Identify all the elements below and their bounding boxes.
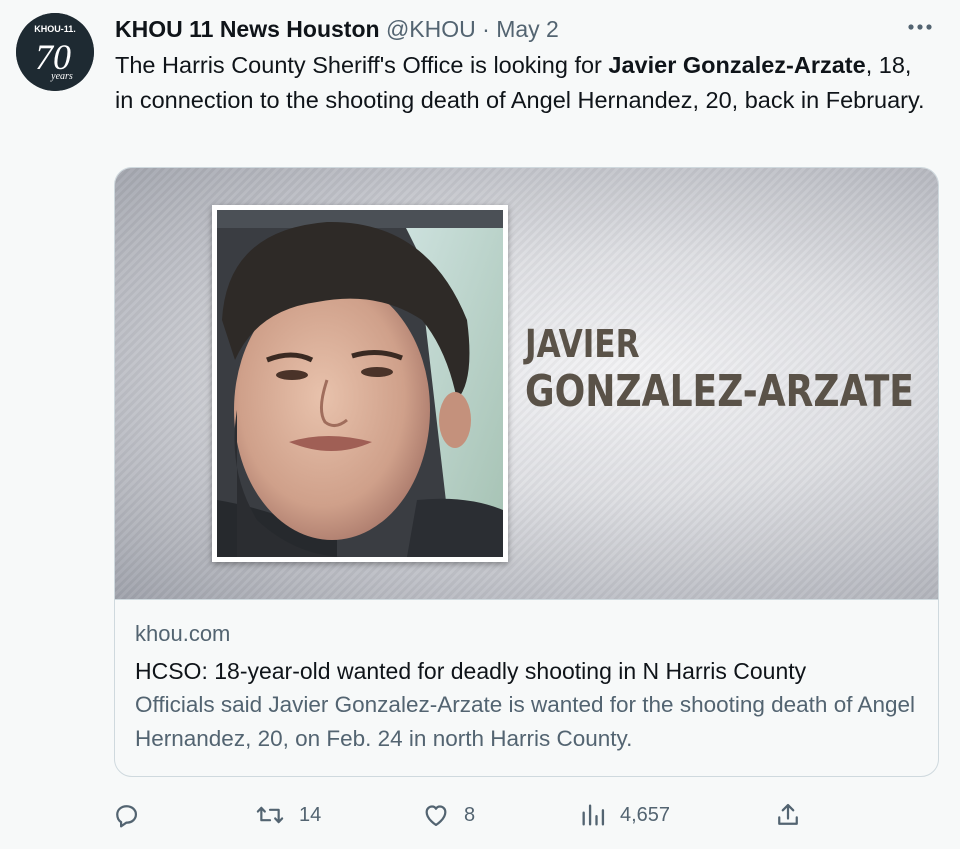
reply-button[interactable]: [112, 795, 140, 835]
svg-text:KHOU-11.: KHOU-11.: [34, 24, 76, 34]
card-domain: khou.com: [135, 621, 231, 646]
separator-dot: ·: [482, 16, 490, 42]
like-button[interactable]: 8: [422, 795, 475, 835]
suspect-photo: [212, 205, 508, 562]
svg-text:years: years: [50, 71, 73, 82]
action-bar: 14 8 4,657: [112, 795, 812, 835]
views-button[interactable]: 4,657: [580, 795, 670, 835]
suspect-photo-image: [217, 210, 503, 557]
avatar[interactable]: KHOU-11. 70 years: [16, 13, 94, 91]
views-count: 4,657: [620, 803, 671, 826]
overlay-first-name: JAVIER: [525, 322, 640, 366]
more-dots-icon: [908, 24, 932, 30]
share-button[interactable]: [774, 795, 802, 835]
overlay-last-name: GONZALEZ-ARZATE: [525, 366, 914, 417]
card-image[interactable]: JAVIER GONZALEZ-ARZATE: [115, 168, 938, 600]
card-title[interactable]: HCSO: 18-year-old wanted for deadly shoo…: [135, 654, 925, 688]
heart-icon: [425, 805, 447, 827]
share-icon: [778, 803, 798, 825]
suspect-name-overlay: JAVIER GONZALEZ-ARZATE: [525, 322, 914, 418]
tweet-text: The Harris County Sheriff's Office is lo…: [115, 48, 935, 118]
tweet[interactable]: KHOU-11. 70 years KHOU 11 News Houston @…: [0, 0, 960, 849]
khou-70-years-logo: KHOU-11. 70 years: [16, 13, 94, 91]
tweet-text-start: The Harris County Sheriff's Office is lo…: [115, 52, 609, 78]
more-options-button[interactable]: [902, 12, 938, 42]
link-card[interactable]: JAVIER GONZALEZ-ARZATE khou.com HCSO: 18…: [114, 167, 939, 777]
tweet-header: KHOU 11 News Houston @KHOU · May 2: [115, 14, 559, 44]
reply-icon: [116, 805, 138, 828]
handle[interactable]: @KHOU: [386, 16, 476, 42]
tweet-text-bold-name: Javier Gonzalez-Arzate: [608, 52, 866, 78]
display-name[interactable]: KHOU 11 News Houston: [115, 16, 380, 42]
card-meta[interactable]: khou.com HCSO: 18-year-old wanted for de…: [135, 618, 925, 756]
tweet-date[interactable]: May 2: [496, 16, 559, 42]
card-description: Officials said Javier Gonzalez-Arzate is…: [135, 692, 916, 751]
retweet-icon: [256, 806, 284, 824]
like-count: 8: [464, 803, 476, 826]
views-icon: [582, 804, 605, 826]
retweet-button[interactable]: 14: [255, 795, 321, 835]
retweet-count: 14: [299, 803, 322, 826]
